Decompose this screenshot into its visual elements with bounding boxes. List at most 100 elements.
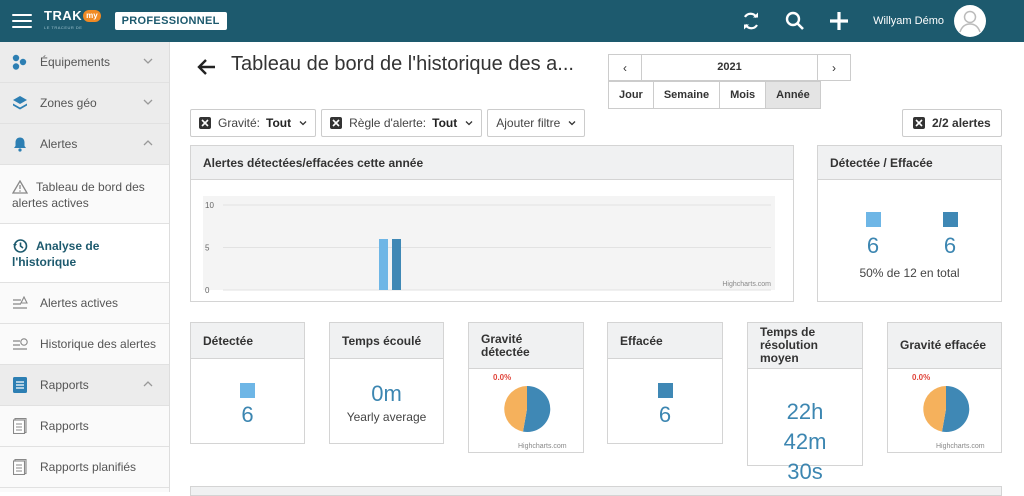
- year-label: 2021: [641, 55, 818, 80]
- chart-card-title: Alertes détectées/effacées cette année: [191, 146, 793, 180]
- remove-filter-icon[interactable]: [199, 117, 211, 129]
- date-navigator: ‹ 2021 ›: [608, 54, 851, 81]
- alerts-chart-card: Alertes détectées/effacées cette année 1…: [190, 145, 794, 302]
- logo[interactable]: TRAK my LE TRACEUR DE: [44, 8, 101, 34]
- detected-value: 6: [866, 233, 880, 258]
- add-filter-button[interactable]: Ajouter filtre: [487, 109, 586, 137]
- gravity-detected-card: Gravité détectée 0.0% Highcharts.com: [468, 322, 584, 453]
- detected-card: Détectée 6: [190, 322, 305, 444]
- filter-bar: Gravité: Tout Règle d'alerte: Tout Ajouter…: [190, 109, 590, 137]
- cleared-value: 6: [943, 233, 957, 258]
- detected-marker: [240, 383, 255, 398]
- period-year[interactable]: Année: [766, 82, 820, 108]
- plot-background: [203, 196, 775, 290]
- period-month[interactable]: Mois: [720, 82, 767, 108]
- sidebar-item-reports[interactable]: Rapports: [0, 406, 169, 447]
- alerts-bar-chart: 10 5 0 Highcharts.com: [203, 196, 775, 295]
- resolution-time-card: Temps de résolution moyen 22h 42m 30s: [747, 322, 863, 484]
- equipment-icon: [12, 54, 28, 70]
- gravity-cleared-pct: 0.0%: [912, 373, 931, 382]
- period-selector: Jour Semaine Mois Année: [608, 81, 821, 109]
- highcharts-credit[interactable]: Highcharts.com: [518, 443, 567, 450]
- resolution-seconds: 30s: [787, 459, 823, 484]
- bottom-card: [190, 486, 1002, 496]
- detected-bar[interactable]: [379, 239, 388, 290]
- chevron-up-icon: [143, 140, 153, 146]
- gravity-detected-title: Gravité détectée: [469, 323, 583, 369]
- page-title: Tableau de bord de l'historique des a...: [231, 53, 574, 75]
- cleared-legend-marker: [942, 212, 958, 227]
- refresh-icon[interactable]: [739, 9, 763, 33]
- sidebar-item-rapports[interactable]: Rapports: [0, 365, 169, 406]
- sidebar-item-active-alerts[interactable]: Alertes actives: [0, 283, 169, 324]
- chevron-down-icon: [568, 121, 576, 126]
- cleared-card: Effacée 6: [607, 322, 723, 444]
- top-bar: TRAK my LE TRACEUR DE PROFESSIONNEL Will…: [0, 0, 1024, 42]
- elapsed-value: 0m: [371, 381, 402, 406]
- sidebar-item-history-analysis[interactable]: Analyse de l'historique: [0, 224, 169, 283]
- sidebar-item-scheduled-reports[interactable]: Rapports planifiés: [0, 447, 169, 488]
- menu-icon[interactable]: [12, 14, 32, 28]
- layers-icon: [12, 95, 28, 111]
- chevron-down-icon: [465, 121, 473, 126]
- y-tick-label: 10: [205, 201, 214, 210]
- detected-legend-marker: [865, 212, 881, 227]
- main-content: Tableau de bord de l'historique des a...…: [171, 42, 1024, 496]
- previous-year-button[interactable]: ‹: [609, 55, 641, 80]
- period-day[interactable]: Jour: [609, 82, 654, 108]
- remove-filter-icon[interactable]: [330, 117, 343, 129]
- sidebar-item-equipements[interactable]: Équipements: [0, 42, 169, 83]
- alert-history-icon: [12, 336, 28, 352]
- sidebar-item-dashboard-active-alerts[interactable]: Tableau de bord des alertes actives: [0, 165, 169, 224]
- highcharts-credit[interactable]: Highcharts.com: [936, 443, 985, 450]
- alerts-count-button[interactable]: 2/2 alertes: [902, 109, 1002, 137]
- back-arrow-icon[interactable]: [193, 54, 219, 80]
- user-name[interactable]: Willyam Démo: [873, 15, 944, 27]
- highcharts-credit[interactable]: Highcharts.com: [722, 281, 771, 288]
- gravity-filter[interactable]: Gravité: Tout: [190, 109, 317, 137]
- report-icon: [12, 377, 28, 393]
- period-week[interactable]: Semaine: [653, 82, 721, 108]
- chevron-down-icon: [143, 99, 153, 105]
- y-tick-label: 5: [205, 244, 210, 253]
- warning-icon: [12, 179, 28, 195]
- resolution-card-title: Temps de résolution moyen: [748, 323, 862, 369]
- cleared-count: 6: [658, 402, 672, 427]
- search-icon[interactable]: [783, 9, 807, 33]
- sidebar: Équipements Zones géo Alertes Tableau de…: [0, 42, 170, 492]
- elapsed-sub: Yearly average: [346, 410, 427, 424]
- gravity-detected-pie: [504, 385, 551, 432]
- sidebar-item-alertes[interactable]: Alertes: [0, 124, 169, 165]
- sidebar-item-zones[interactable]: Zones géo: [0, 83, 169, 124]
- detected-count: 6: [241, 402, 254, 427]
- y-tick-label: 0: [205, 286, 210, 295]
- sidebar-item-alert-history[interactable]: Historique des alertes: [0, 324, 169, 365]
- chevron-down-icon: [299, 121, 307, 126]
- elapsed-time-card: Temps écoulé 0m Yearly average: [329, 322, 444, 444]
- detected-cleared-title: Détectée / Effacée: [818, 146, 1001, 180]
- total-text: 50% de 12 en total: [859, 266, 960, 280]
- avatar[interactable]: [954, 5, 986, 37]
- detected-card-title: Détectée: [191, 323, 304, 359]
- next-year-button[interactable]: ›: [818, 55, 850, 80]
- history-icon: [12, 238, 28, 254]
- chevron-up-icon: [143, 381, 153, 387]
- edition-badge: PROFESSIONNEL: [114, 12, 227, 30]
- clear-alerts-icon[interactable]: [913, 117, 925, 129]
- active-alerts-icon: [12, 295, 28, 311]
- chevron-down-icon: [143, 58, 153, 64]
- resolution-hours: 22h: [786, 399, 824, 424]
- resolution-minutes: 42m: [783, 429, 827, 454]
- gravity-cleared-card: Gravité effacée 0.0% Highcharts.com: [887, 322, 1002, 453]
- gravity-cleared-pie: [923, 385, 970, 432]
- elapsed-card-title: Temps écoulé: [330, 323, 443, 359]
- alert-rule-filter[interactable]: Règle d'alerte: Tout: [321, 109, 483, 137]
- gravity-detected-pct: 0.0%: [493, 373, 512, 382]
- cleared-marker: [657, 383, 673, 398]
- add-icon[interactable]: [827, 9, 851, 33]
- document-icon: [12, 418, 28, 434]
- detected-cleared-card: Détectée / Effacée 6 6 50% de 12 en tota…: [817, 145, 1002, 302]
- gravity-cleared-title: Gravité effacée: [888, 323, 1001, 369]
- bell-icon: [12, 136, 28, 152]
- cleared-bar[interactable]: [392, 239, 401, 290]
